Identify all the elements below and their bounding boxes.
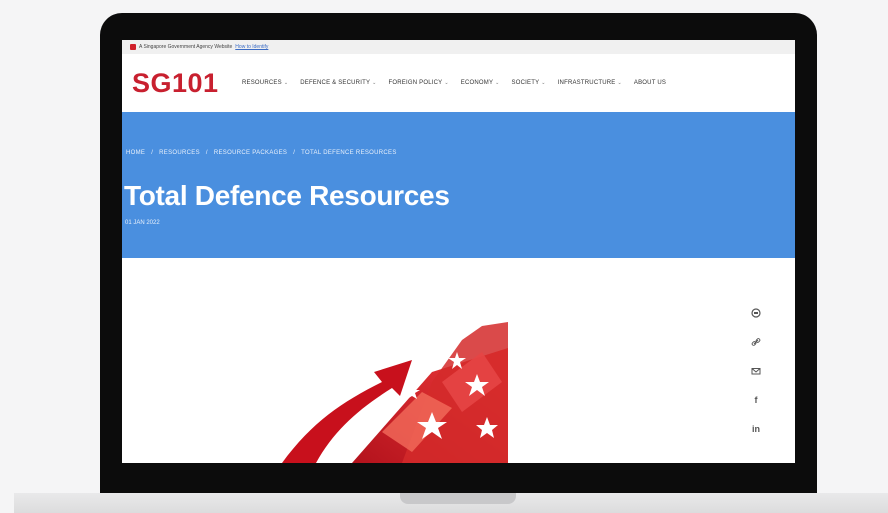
- nav-item-infrastructure[interactable]: INFRASTRUCTURE ⌄: [558, 80, 622, 86]
- total-defence-logo-graphic: [282, 322, 508, 463]
- gov-bar-text: A Singapore Government Agency Website: [139, 44, 233, 50]
- breadcrumb-home[interactable]: HOME: [126, 150, 145, 156]
- hero-banner: HOME / RESOURCES / RESOURCE PACKAGES / T…: [122, 112, 795, 258]
- nav-label: SOCIETY: [511, 80, 540, 86]
- breadcrumb-resource-packages[interactable]: RESOURCE PACKAGES: [214, 150, 287, 156]
- chevron-down-icon: ⌄: [283, 80, 289, 86]
- nav-label: RESOURCES: [242, 80, 282, 86]
- facebook-label: f: [754, 395, 758, 405]
- linkedin-label: in: [752, 424, 760, 434]
- link-icon[interactable]: [749, 335, 763, 349]
- chevron-down-icon: ⌄: [372, 80, 377, 86]
- share-bar: f in: [746, 306, 766, 436]
- laptop-mockup: A Singapore Government Agency Website Ho…: [0, 0, 888, 513]
- government-bar: A Singapore Government Agency Website Ho…: [122, 40, 795, 54]
- breadcrumb-separator: /: [151, 150, 154, 156]
- nav-label: INFRASTRUCTURE: [557, 80, 616, 86]
- breadcrumb-separator: /: [205, 150, 208, 156]
- site-header: SG101 RESOURCES ⌄ DEFENCE & SECURITY ⌄ F…: [122, 54, 795, 112]
- breadcrumb-current: TOTAL DEFENCE RESOURCES: [301, 150, 397, 156]
- nav-item-resources[interactable]: RESOURCES ⌄: [242, 80, 288, 86]
- breadcrumb: HOME / RESOURCES / RESOURCE PACKAGES / T…: [126, 150, 397, 156]
- print-icon[interactable]: [749, 306, 763, 320]
- chevron-down-icon: ⌄: [541, 80, 546, 86]
- lion-head-icon: [130, 44, 136, 50]
- nav-label: ABOUT US: [633, 80, 667, 86]
- breadcrumb-separator: /: [293, 150, 296, 156]
- nav-label: FOREIGN POLICY: [388, 80, 443, 86]
- site-logo[interactable]: SG101: [132, 68, 242, 99]
- content-area: f in: [122, 258, 795, 463]
- chevron-down-icon: ⌄: [617, 80, 622, 86]
- email-icon[interactable]: [749, 364, 763, 378]
- laptop-notch: [400, 493, 516, 504]
- page-title: Total Defence Resources: [124, 180, 450, 211]
- nav-label: DEFENCE & SECURITY: [300, 80, 371, 86]
- nav-item-foreign-policy[interactable]: FOREIGN POLICY ⌄: [389, 80, 449, 86]
- nav-item-defence-security[interactable]: DEFENCE & SECURITY ⌄: [300, 80, 376, 86]
- chevron-down-icon: ⌄: [495, 80, 500, 86]
- nav-item-about-us[interactable]: ABOUT US: [634, 80, 666, 86]
- breadcrumb-resources[interactable]: RESOURCES: [159, 150, 200, 156]
- nav-label: ECONOMY: [460, 80, 494, 86]
- linkedin-icon[interactable]: in: [749, 422, 763, 436]
- nav-item-economy[interactable]: ECONOMY ⌄: [461, 80, 500, 86]
- chevron-down-icon: ⌄: [444, 80, 449, 86]
- main-nav: RESOURCES ⌄ DEFENCE & SECURITY ⌄ FOREIGN…: [242, 80, 666, 86]
- laptop-screen: A Singapore Government Agency Website Ho…: [122, 40, 795, 463]
- nav-item-society[interactable]: SOCIETY ⌄: [512, 80, 546, 86]
- how-to-identify-link[interactable]: How to Identify: [235, 44, 268, 50]
- facebook-icon[interactable]: f: [749, 393, 763, 407]
- publish-date: 01 JAN 2022: [125, 220, 160, 226]
